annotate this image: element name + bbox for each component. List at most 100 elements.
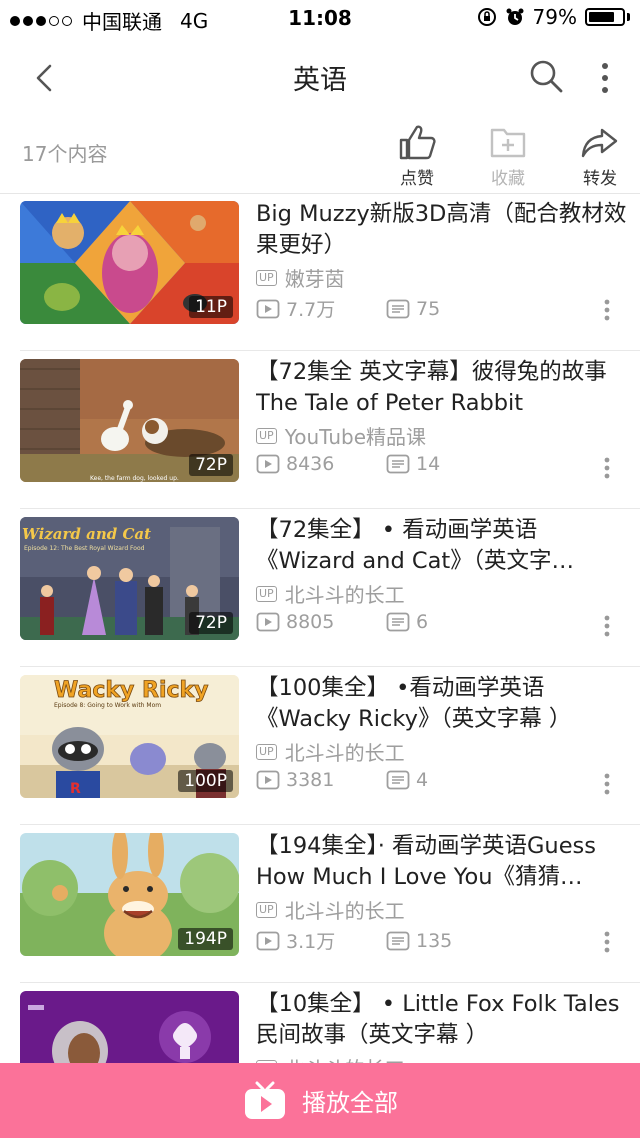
collection-header: 17个内容 点赞 收藏 转发: [0, 116, 640, 194]
video-list: 11P Big Muzzy新版3D高清（配合教材效果更好） UP 嫩芽茵 7.7…: [0, 194, 640, 1064]
up-tag: UP: [256, 901, 277, 918]
status-right: 79%: [477, 5, 630, 29]
play-count: 8805: [256, 611, 386, 633]
video-thumbnail[interactable]: 11P: [20, 201, 239, 324]
thumb-subtitle: Episode 8: Going to Work with Mom: [54, 702, 161, 709]
nav-bar: 英语: [0, 36, 640, 116]
item-more-icon[interactable]: [604, 615, 610, 637]
up-tag: UP: [256, 585, 277, 602]
stats-row: 8805 6: [256, 611, 640, 633]
more-vertical-icon[interactable]: [590, 58, 620, 98]
svg-text:R: R: [70, 781, 81, 797]
uploader-name: YouTube精品课: [284, 425, 427, 449]
parts-badge: 11P: [189, 296, 233, 318]
parts-badge: 72P: [189, 612, 233, 634]
stats-row: 3381 4: [256, 769, 640, 791]
like-label: 点赞: [400, 169, 434, 189]
video-title[interactable]: 【10集全】 • Little Fox Folk Tales 民间故事（英文字幕…: [256, 989, 628, 1051]
play-count-value: 3381: [286, 769, 335, 791]
play-count-value: 7.7万: [286, 299, 336, 321]
screen: 中国联通 4G 11:08 79% 英语 17个内容 点赞 收藏 转发 11P …: [0, 0, 640, 1138]
danmaku-icon: [386, 770, 410, 790]
danmaku-count: 4: [386, 769, 428, 791]
uploader-row[interactable]: UP 北斗斗的长工: [256, 895, 405, 924]
uploader-row[interactable]: UP 北斗斗的长工: [256, 737, 405, 766]
play-count: 3381: [256, 769, 386, 791]
like-button[interactable]: 点赞: [382, 122, 452, 189]
uploader-name: 北斗斗的长工: [284, 583, 405, 607]
parts-badge: 72P: [189, 454, 233, 476]
up-tag: UP: [256, 427, 277, 444]
video-title[interactable]: 【72集全】 • 看动画学英语《Wizard and Cat》（英文字…: [256, 515, 628, 577]
video-title[interactable]: 【100集全】 •看动画学英语《Wacky Ricky》（英文字幕 ）: [256, 673, 628, 735]
item-more-icon[interactable]: [604, 457, 610, 479]
play-count-icon: [256, 299, 280, 318]
danmaku-icon: [386, 612, 410, 632]
share-icon: [581, 128, 618, 158]
play-count: 8436: [256, 453, 386, 475]
play-count-value: 8805: [286, 611, 335, 633]
thumbs-up-icon: [399, 125, 436, 160]
item-more-icon[interactable]: [604, 773, 610, 795]
video-item[interactable]: Kee, the farm dog, looked up. 72P 【72集全 …: [20, 351, 640, 509]
rotation-lock-icon: [477, 8, 496, 26]
video-item[interactable]: 【10集全】 • Little Fox Folk Tales 民间故事（英文字幕…: [20, 983, 640, 1064]
uploader-row[interactable]: UP 嫩芽茵: [256, 263, 345, 292]
battery-icon: [585, 8, 625, 26]
up-tag: UP: [256, 269, 277, 286]
video-title[interactable]: 【194集全】· 看动画学英语Guess How Much I Love You…: [256, 831, 628, 893]
uploader-name: 北斗斗的长工: [284, 741, 405, 765]
danmaku-count: 135: [386, 930, 452, 952]
video-thumbnail[interactable]: 194P: [20, 833, 239, 956]
parts-badge: 194P: [178, 928, 233, 950]
thumb-title: Wizard and Cat: [22, 525, 151, 543]
search-icon[interactable]: [526, 56, 566, 96]
play-count-value: 3.1万: [286, 931, 336, 953]
danmaku-count-value: 6: [416, 611, 429, 633]
play-count: 7.7万: [256, 295, 386, 322]
share-button[interactable]: 转发: [565, 122, 635, 189]
uploader-row[interactable]: UP 北斗斗的长工: [256, 579, 405, 608]
thumb-title: Wacky Ricky: [54, 678, 209, 703]
video-thumbnail[interactable]: Wacky Ricky Episode 8: Going to Work wit…: [20, 675, 239, 798]
video-item[interactable]: Wizard and Cat Episode 12: The Best Roya…: [20, 509, 640, 667]
danmaku-count-value: 4: [416, 769, 429, 791]
danmaku-count-value: 14: [416, 453, 441, 475]
content-count: 17个内容: [22, 142, 108, 166]
video-item[interactable]: 11P Big Muzzy新版3D高清（配合教材效果更好） UP 嫩芽茵 7.7…: [20, 194, 640, 351]
uploader-name: 嫩芽茵: [284, 267, 345, 291]
video-item[interactable]: Wacky Ricky Episode 8: Going to Work wit…: [20, 667, 640, 825]
stats-row: 3.1万 135: [256, 927, 640, 954]
up-tag: UP: [256, 743, 277, 760]
item-more-icon[interactable]: [604, 931, 610, 953]
stats-row: 7.7万 75: [256, 295, 640, 322]
play-count: 3.1万: [256, 927, 386, 954]
danmaku-count: 75: [386, 298, 440, 320]
play-count-icon: [256, 770, 280, 790]
status-bar: 中国联通 4G 11:08 79%: [0, 0, 640, 36]
play-count-icon: [256, 931, 280, 950]
play-all-button[interactable]: 播放全部: [0, 1063, 640, 1138]
favorite-label: 收藏: [491, 169, 525, 189]
video-thumbnail[interactable]: [20, 991, 239, 1064]
uploader-row[interactable]: UP YouTube精品课: [256, 421, 426, 450]
play-count-icon: [256, 454, 280, 474]
video-title[interactable]: 【72集全 英文字幕】彼得兔的故事The Tale of Peter Rabbi…: [256, 357, 628, 419]
parts-badge: 100P: [178, 770, 233, 792]
add-folder-icon: [490, 128, 526, 158]
danmaku-count-value: 135: [416, 929, 453, 952]
video-thumbnail[interactable]: Kee, the farm dog, looked up. 72P: [20, 359, 239, 482]
video-thumbnail[interactable]: Wizard and Cat Episode 12: The Best Roya…: [20, 517, 239, 640]
thumb-caption: Kee, the farm dog, looked up.: [90, 475, 179, 482]
uploader-name: 北斗斗的长工: [284, 899, 405, 923]
item-more-icon[interactable]: [604, 299, 610, 321]
video-title[interactable]: Big Muzzy新版3D高清（配合教材效果更好）: [256, 199, 628, 261]
danmaku-icon: [386, 299, 410, 318]
thumbnail-art: [20, 991, 239, 1064]
stats-row: 8436 14: [256, 453, 640, 475]
danmaku-icon: [386, 454, 410, 474]
danmaku-count: 6: [386, 611, 428, 633]
video-item[interactable]: 194P 【194集全】· 看动画学英语Guess How Much I Lov…: [20, 825, 640, 983]
favorite-button[interactable]: 收藏: [473, 122, 543, 189]
tv-play-icon: [245, 1081, 285, 1119]
